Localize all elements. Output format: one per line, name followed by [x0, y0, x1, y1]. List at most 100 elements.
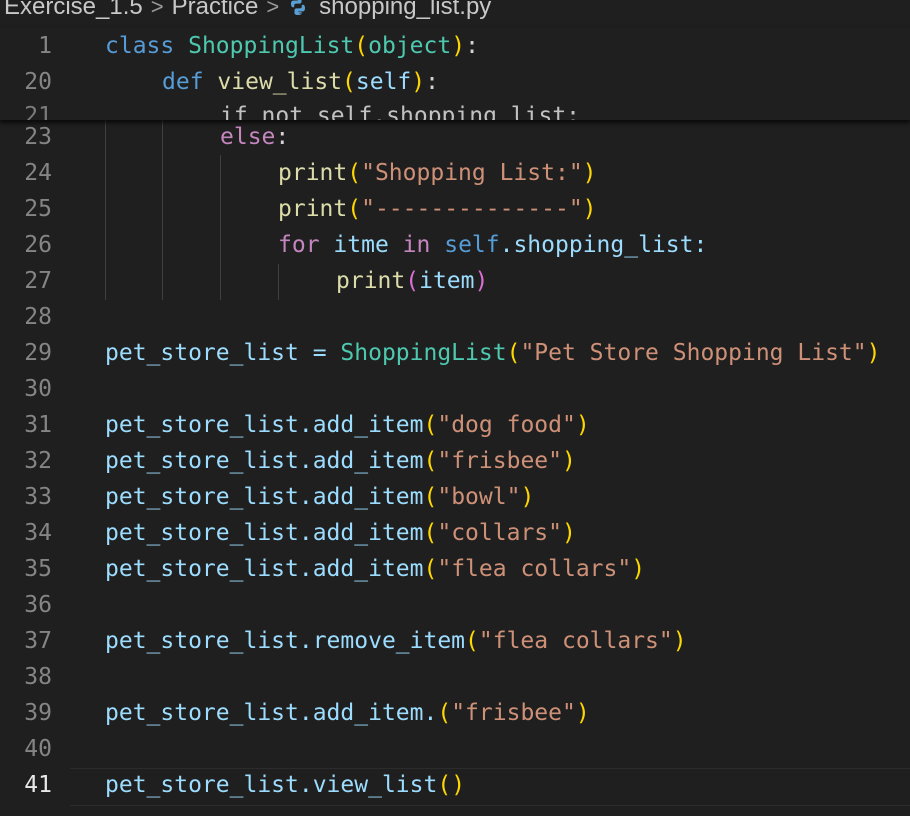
- breadcrumb-subfolder[interactable]: Practice: [172, 0, 259, 21]
- line-number: 37: [24, 628, 52, 654]
- bracket: ): [411, 69, 426, 95]
- keyword: for: [278, 232, 320, 258]
- code-text: def view_list(self):: [162, 64, 439, 100]
- line-number: 27: [24, 268, 52, 294]
- code-line[interactable]: 37 pet_store_list.remove_item("flea coll…: [0, 623, 910, 659]
- line-number: 35: [24, 556, 52, 582]
- function-name: print: [278, 196, 348, 222]
- line-number: 32: [24, 448, 52, 474]
- method-call: pet_store_list.add_item: [105, 520, 424, 546]
- code-text: print(item): [336, 268, 489, 294]
- sticky-line-class[interactable]: 1 class ShoppingList(object):: [0, 28, 910, 64]
- line-number: 38: [24, 664, 52, 690]
- code-line[interactable]: 39 pet_store_list.add_item.("frisbee"): [0, 695, 910, 731]
- line-number: 1: [38, 33, 52, 59]
- code-line[interactable]: 29 pet_store_list = ShoppingList("Pet St…: [0, 335, 910, 371]
- line-number: 40: [24, 736, 52, 762]
- class-name: ShoppingList: [188, 33, 355, 59]
- class-name: ShoppingList: [340, 340, 507, 366]
- method-call: pet_store_list.add_item: [105, 412, 424, 438]
- function-name: view_list: [217, 69, 343, 95]
- code-text: pet_store_list.add_item("flea collars"): [105, 556, 646, 582]
- code-line[interactable]: 24 print("Shopping List:"): [0, 155, 910, 191]
- method-call: pet_store_list.add_item: [105, 484, 424, 510]
- code-line[interactable]: 33 pet_store_list.add_item("bowl"): [0, 479, 910, 515]
- loop-variable: itme: [333, 232, 389, 258]
- code-text: class ShoppingList(object):: [105, 28, 479, 64]
- code-line[interactable]: 31 pet_store_list.add_item("dog food"): [0, 407, 910, 443]
- code-text: if not self.shopping_list:: [220, 103, 581, 120]
- string-literal: "flea collars": [437, 556, 632, 582]
- string-literal: "Pet Store Shopping List": [520, 340, 867, 366]
- code-line[interactable]: 34 pet_store_list.add_item("collars"): [0, 515, 910, 551]
- code-line[interactable]: 27 print(item): [0, 263, 910, 299]
- code-line[interactable]: 36: [0, 587, 910, 623]
- breadcrumb-separator: >: [266, 0, 280, 19]
- line-number: 24: [24, 160, 52, 186]
- code-text: for itme in self.shopping_list:: [278, 227, 707, 263]
- code-text: pet_store_list.add_item("frisbee"): [105, 448, 576, 474]
- breadcrumb: Exercise_1.5 > Practice > shopping_list.…: [0, 0, 910, 24]
- sticky-line-partial: 21 if not self.shopping_list:: [0, 98, 910, 120]
- line-number: 20: [24, 69, 52, 95]
- code-text: pet_store_list.view_list(): [105, 772, 466, 798]
- line-number: 26: [24, 232, 52, 258]
- keyword: else: [220, 124, 276, 150]
- base-class: object: [368, 33, 452, 59]
- code-text: pet_store_list.add_item("collars"): [105, 520, 576, 546]
- code-line[interactable]: 25 print("--------------"): [0, 191, 910, 227]
- code-text: pet_store_list.remove_item("flea collars…: [105, 628, 687, 654]
- breadcrumb-file[interactable]: shopping_list.py: [319, 0, 491, 21]
- line-number: 41: [24, 772, 52, 798]
- line-number: 39: [24, 700, 52, 726]
- code-text: pet_store_list = ShoppingList("Pet Store…: [105, 340, 881, 366]
- string-literal: "flea collars": [478, 628, 673, 654]
- code-line[interactable]: 30: [0, 371, 910, 407]
- method-call: pet_store_list.add_item: [105, 556, 424, 582]
- line-number: 21: [24, 103, 52, 120]
- sticky-scroll[interactable]: 1 class ShoppingList(object): 20 def vie…: [0, 28, 910, 120]
- line-number: 30: [24, 376, 52, 402]
- line-number: 29: [24, 340, 52, 366]
- code-line[interactable]: 38: [0, 659, 910, 695]
- param-self: self: [355, 69, 412, 95]
- self-keyword: self: [444, 232, 500, 258]
- sticky-line-def[interactable]: 20 def view_list(self):: [0, 64, 910, 100]
- colon: :: [465, 33, 479, 59]
- variable: item: [419, 268, 475, 294]
- string-literal: "frisbee": [451, 700, 576, 726]
- code-line-current[interactable]: 41 pet_store_list.view_list(): [0, 767, 910, 803]
- line-number: 36: [24, 592, 52, 618]
- code-text: print("--------------"): [278, 196, 597, 222]
- code-line[interactable]: 40: [0, 731, 910, 767]
- string-literal: "bowl": [437, 484, 521, 510]
- code-line[interactable]: 23 else:: [0, 119, 910, 155]
- code-text: else:: [220, 119, 289, 155]
- bracket: (: [354, 33, 369, 59]
- colon: :: [275, 124, 290, 150]
- colon: :: [425, 69, 439, 95]
- line-number: 28: [24, 304, 52, 330]
- string-literal: "collars": [437, 520, 562, 546]
- function-name: print: [336, 268, 406, 294]
- code-text: print("Shopping List:"): [278, 160, 597, 186]
- keyword: in: [402, 232, 431, 258]
- method-call: pet_store_list.add_item.: [105, 700, 438, 726]
- line-number: 33: [24, 484, 52, 510]
- line-number: 25: [24, 196, 52, 222]
- breadcrumb-separator: >: [150, 0, 164, 19]
- method-call: pet_store_list.add_item: [105, 448, 424, 474]
- line-number: 31: [24, 412, 52, 438]
- breadcrumb-folder[interactable]: Exercise_1.5: [4, 0, 143, 21]
- code-line[interactable]: 26 for itme in self.shopping_list:: [0, 227, 910, 263]
- python-icon: [287, 0, 311, 19]
- string-literal: "dog food": [437, 412, 576, 438]
- bracket: ): [451, 33, 466, 59]
- function-name: print: [278, 160, 348, 186]
- method-call: pet_store_list.view_list: [105, 772, 438, 798]
- code-text: pet_store_list.add_item("bowl"): [105, 484, 535, 510]
- code-line[interactable]: 32 pet_store_list.add_item("frisbee"): [0, 443, 910, 479]
- code-line[interactable]: 35 pet_store_list.add_item("flea collars…: [0, 551, 910, 587]
- code-line[interactable]: 28: [0, 299, 910, 335]
- bracket: (: [342, 69, 356, 95]
